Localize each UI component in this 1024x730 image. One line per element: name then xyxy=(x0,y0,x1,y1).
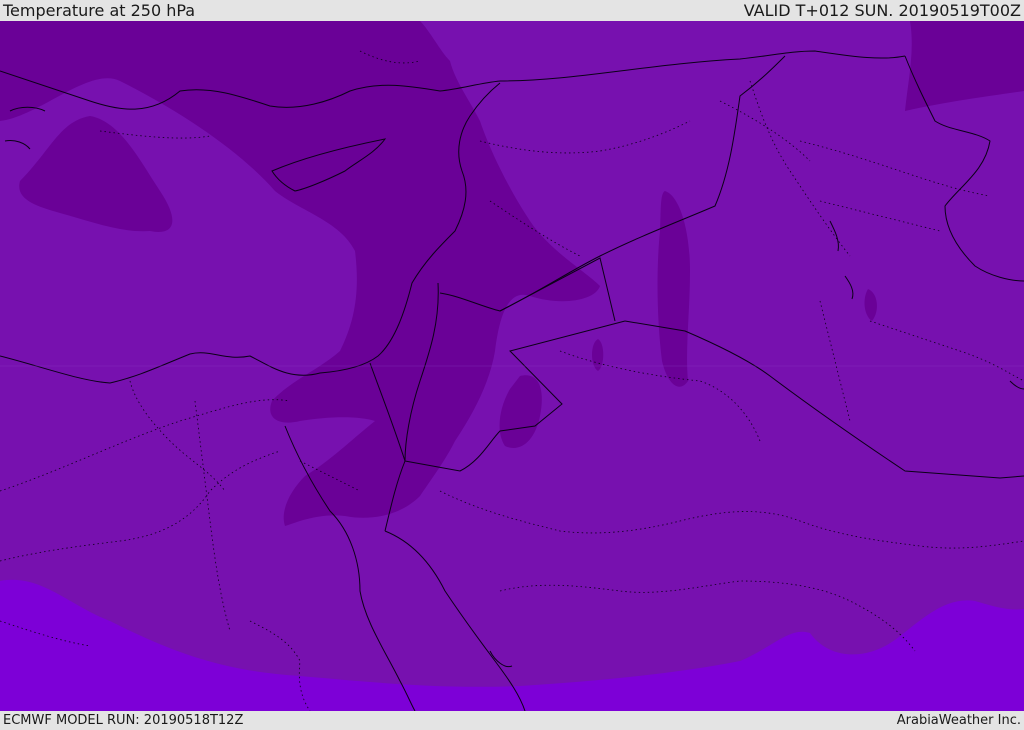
map-footer: ECMWF MODEL RUN: 20190518T12Z ArabiaWeat… xyxy=(0,711,1024,729)
map-header: Temperature at 250 hPa VALID T+012 SUN. … xyxy=(0,0,1024,21)
valid-time-label: VALID T+012 SUN. 20190519T00Z xyxy=(743,1,1021,20)
credit-label: ArabiaWeather Inc. xyxy=(896,713,1021,728)
model-run-label: ECMWF MODEL RUN: 20190518T12Z xyxy=(3,713,244,728)
temperature-map[interactable] xyxy=(0,21,1024,711)
map-title: Temperature at 250 hPa xyxy=(3,1,196,20)
